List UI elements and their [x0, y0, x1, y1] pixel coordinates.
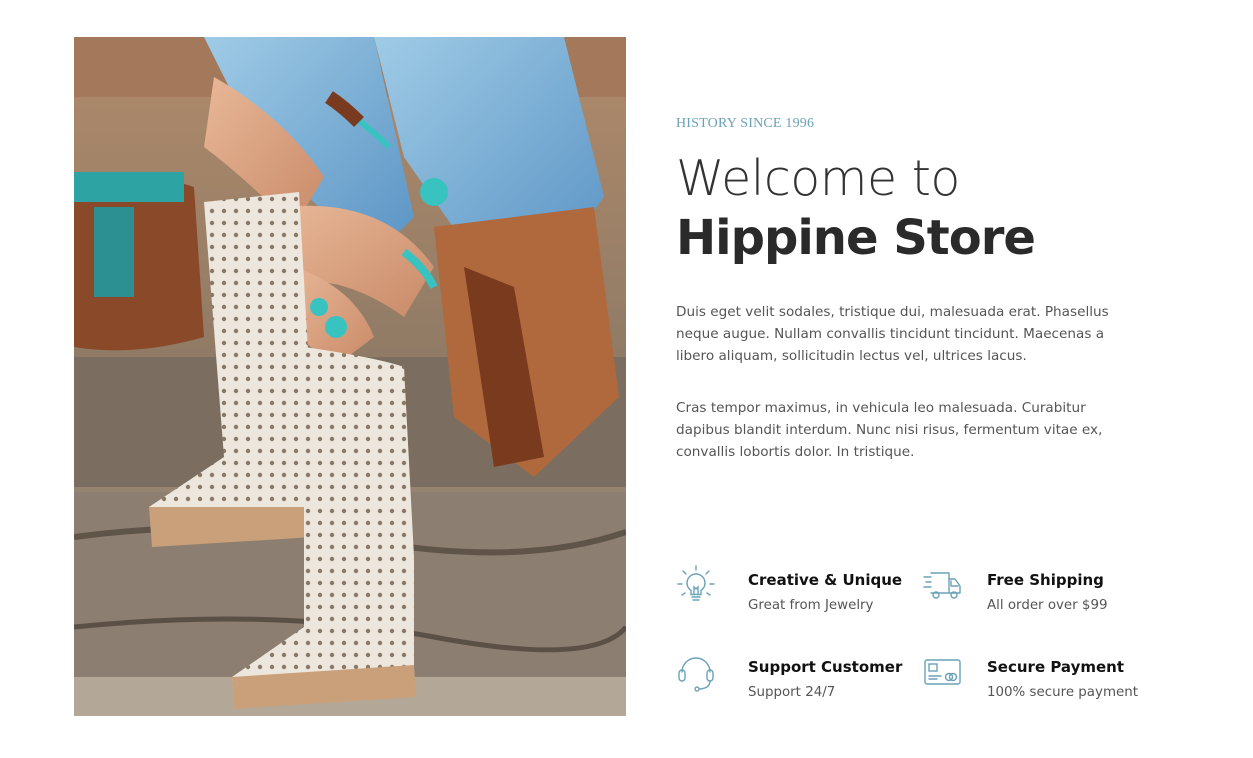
- lightbulb-icon: [676, 565, 716, 605]
- secondary-paragraph: Cras tempor maximus, in vehicula leo mal…: [676, 400, 1103, 460]
- delivery-truck-icon: [923, 565, 963, 605]
- feature-subtitle: Support 24/7: [748, 685, 836, 700]
- feature-title: Free Shipping: [987, 571, 1104, 589]
- hero-photo: [74, 37, 626, 716]
- feature-title: Secure Payment: [987, 658, 1125, 676]
- feature-subtitle: 100% secure payment: [987, 685, 1138, 700]
- feature-creative-unique: Creative & Unique Great from Jewelry: [676, 565, 926, 615]
- intro-paragraph: Duis eget velit sodales, tristique dui, …: [676, 304, 1109, 364]
- feature-support-customer: Support Customer Support 24/7: [676, 652, 926, 702]
- feature-subtitle: Great from Jewelry: [748, 598, 874, 613]
- feature-secure-payment: Secure Payment 100% secure payment: [923, 652, 1173, 702]
- credit-card-icon: [923, 652, 963, 692]
- feature-free-shipping: Free Shipping All order over $99: [923, 565, 1173, 615]
- history-eyebrow: HISTORY SINCE 1996: [676, 116, 815, 131]
- store-name-heading: Hippine Store: [676, 210, 1036, 266]
- headset-icon: [676, 652, 716, 692]
- feature-title: Creative & Unique: [748, 571, 903, 589]
- welcome-heading: Welcome to: [676, 150, 960, 207]
- feature-subtitle: All order over $99: [987, 598, 1108, 613]
- feature-title: Support Customer: [748, 658, 903, 676]
